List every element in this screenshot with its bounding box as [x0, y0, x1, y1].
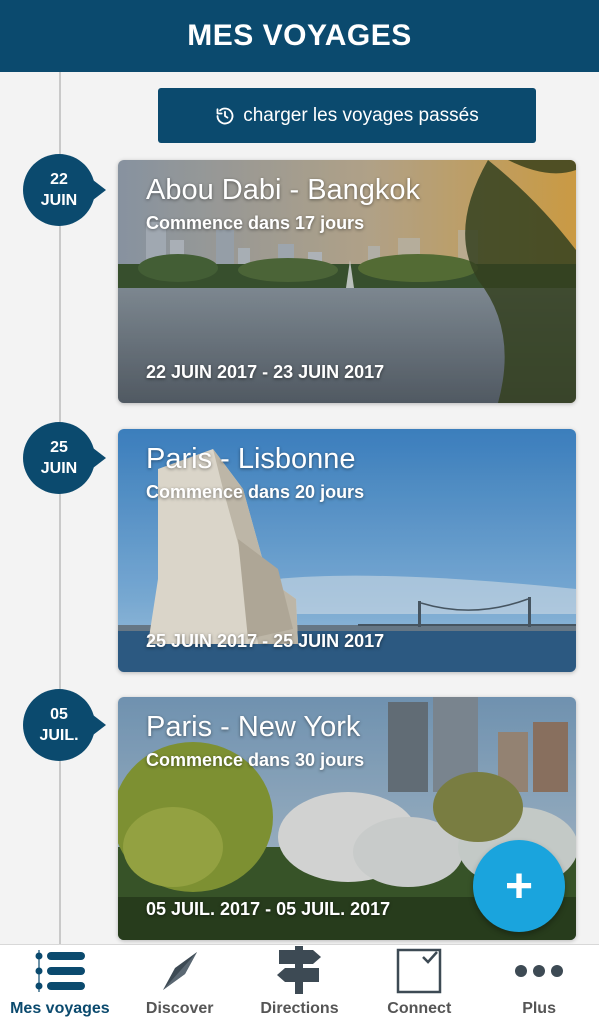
trip-countdown: Commence dans 20 jours — [146, 482, 365, 502]
tab-label: Directions — [260, 1000, 339, 1017]
trip-countdown: Commence dans 30 jours — [146, 750, 365, 770]
trip-month: JUIL. — [39, 727, 79, 744]
history-icon — [216, 107, 234, 124]
compass-icon — [162, 951, 197, 990]
trip-month: JUIN — [40, 460, 78, 477]
trip-day: 25 — [50, 439, 68, 456]
tab-directions[interactable]: Directions — [240, 945, 360, 1024]
trip-title: Paris - New York — [146, 711, 361, 743]
tab-label: Mes voyages — [10, 1000, 110, 1017]
trip-month: JUIN — [40, 192, 78, 209]
trip-date-bubble: 25 JUIN — [23, 422, 106, 494]
trip-date-range: 22 JUIN 2017 - 23 JUIN 2017 — [146, 362, 385, 382]
more-icon — [515, 964, 564, 977]
trips-list[interactable]: charger les voyages passés 22 JUIN Abou … — [0, 72, 599, 944]
trip-date-bubble: 22 JUIN — [23, 154, 106, 226]
add-trip-button[interactable]: + — [473, 840, 565, 932]
load-past-trips-label: charger les voyages passés — [243, 104, 479, 126]
checkbox-icon — [397, 948, 442, 993]
tab-mes-voyages[interactable]: Mes voyages — [0, 945, 120, 1024]
load-past-trips-button[interactable]: charger les voyages passés — [158, 88, 536, 143]
signpost-icon — [277, 946, 322, 994]
tab-plus[interactable]: Plus — [479, 945, 599, 1024]
page-title: MES VOYAGES — [187, 19, 412, 52]
tab-label: Connect — [387, 1000, 452, 1017]
app-header: MES VOYAGES — [0, 0, 599, 72]
trip-countdown: Commence dans 17 jours — [146, 213, 365, 233]
plus-icon: + — [504, 859, 534, 913]
trip-date-range: 25 JUIN 2017 - 25 JUIN 2017 — [146, 631, 385, 651]
bottom-tab-bar: Mes voyages Discover Directions Connect … — [0, 944, 599, 1024]
trip-card[interactable]: Abou Dabi - Bangkok Commence dans 17 jou… — [118, 160, 576, 403]
tab-connect[interactable]: Connect — [359, 945, 479, 1024]
trip-day: 05 — [50, 706, 68, 723]
trip-card[interactable]: Paris - Lisbonne Commence dans 20 jours … — [118, 429, 576, 672]
trip-date-bubble: 05 JUIL. — [23, 689, 106, 761]
trip-day: 22 — [50, 171, 68, 188]
trip-title: Abou Dabi - Bangkok — [146, 174, 421, 206]
trip-date-range: 05 JUIL. 2017 - 05 JUIL. 2017 — [146, 899, 391, 919]
tab-label: Discover — [145, 1000, 214, 1017]
trip-title: Paris - Lisbonne — [146, 443, 356, 475]
tab-discover[interactable]: Discover — [120, 945, 240, 1024]
tab-label: Plus — [522, 1000, 556, 1017]
list-icon — [35, 949, 85, 992]
